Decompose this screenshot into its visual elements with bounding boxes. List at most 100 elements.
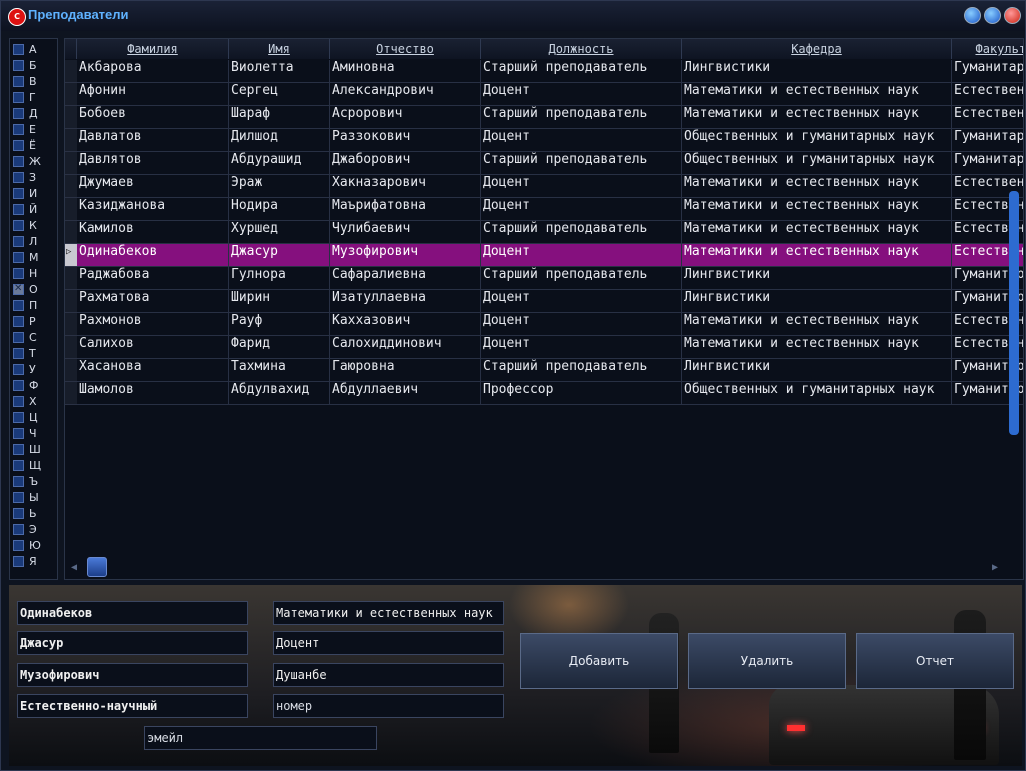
column-header[interactable]: Кафедра: [682, 39, 952, 59]
alphabet-item[interactable]: А: [13, 42, 55, 58]
column-header[interactable]: Должность: [481, 39, 682, 59]
table-row[interactable]: Афонин Сергец Александрович Доцент Математик…: [65, 83, 1023, 106]
letter-checkbox[interactable]: [13, 204, 24, 215]
table-cell[interactable]: Лингвистики: [682, 267, 952, 290]
alphabet-item[interactable]: Ъ: [13, 474, 55, 490]
letter-checkbox[interactable]: [13, 428, 24, 439]
table-row[interactable]: Бобоев Шараф Асрорович Старший преподавател…: [65, 106, 1023, 129]
letter-checkbox[interactable]: [13, 92, 24, 103]
table-cell[interactable]: Салохиддинович: [330, 336, 481, 359]
alphabet-item[interactable]: Я: [13, 554, 55, 570]
table-row[interactable]: Раджабова Гулнора Сафаралиевна Старший преп…: [65, 267, 1023, 290]
phone-field[interactable]: номер: [273, 694, 504, 718]
table-cell[interactable]: Гуманитарный: [952, 60, 1023, 83]
table-cell[interactable]: Старший преподаватель: [481, 221, 682, 244]
table-cell[interactable]: Старший преподаватель: [481, 359, 682, 382]
letter-checkbox[interactable]: [13, 476, 24, 487]
table-row[interactable]: Хасанова Тахмина Гаюровна Старший преподава…: [65, 359, 1023, 382]
alphabet-item[interactable]: Ч: [13, 426, 55, 442]
table-cell[interactable]: Общественных и гуманитарных наук: [682, 152, 952, 175]
minimize-button[interactable]: [964, 7, 981, 24]
letter-checkbox[interactable]: [13, 492, 24, 503]
report-button[interactable]: Отчет: [856, 633, 1014, 689]
table-cell[interactable]: Маърифатовна: [330, 198, 481, 221]
alphabet-item[interactable]: Ф: [13, 378, 55, 394]
alphabet-item[interactable]: Ы: [13, 490, 55, 506]
table-cell[interactable]: Рахмонов: [77, 313, 229, 336]
letter-checkbox[interactable]: [13, 380, 24, 391]
close-button[interactable]: [1004, 7, 1021, 24]
letter-checkbox[interactable]: [13, 172, 24, 183]
table-cell[interactable]: Сергец: [229, 83, 330, 106]
alphabet-item[interactable]: З: [13, 170, 55, 186]
table-cell[interactable]: Асрорович: [330, 106, 481, 129]
row-header[interactable]: [65, 175, 77, 198]
alphabet-item[interactable]: Х: [13, 394, 55, 410]
table-cell[interactable]: Джасур: [229, 244, 330, 267]
letter-checkbox[interactable]: [13, 508, 24, 519]
table-cell[interactable]: Математики и естественных наук: [682, 221, 952, 244]
table-cell[interactable]: Раджабова: [77, 267, 229, 290]
alphabet-item[interactable]: С: [13, 330, 55, 346]
letter-checkbox[interactable]: [13, 300, 24, 311]
table-cell[interactable]: Хуршед: [229, 221, 330, 244]
table-row[interactable]: Камилов Хуршед Чулибаевич Старший преподава…: [65, 221, 1023, 244]
table-row[interactable]: Давлятов Абдурашид Джаборович Старший препо…: [65, 152, 1023, 175]
table-cell[interactable]: Музофирович: [330, 244, 481, 267]
table-cell[interactable]: Каххазович: [330, 313, 481, 336]
table-cell[interactable]: Математики и естественных наук: [682, 198, 952, 221]
row-header[interactable]: [65, 244, 77, 267]
table-row[interactable]: ОдинабековДжасурМузофировичДоцентМатемат…: [65, 244, 1023, 267]
table-row[interactable]: Рахмонов Рауф Каххазович Доцент Математики и…: [65, 313, 1023, 336]
table-cell[interactable]: Чулибаевич: [330, 221, 481, 244]
row-header[interactable]: [65, 221, 77, 244]
table-cell[interactable]: Старший преподаватель: [481, 60, 682, 83]
alphabet-item[interactable]: П: [13, 298, 55, 314]
table-cell[interactable]: Гулнора: [229, 267, 330, 290]
table-row[interactable]: Рахматова Ширин Изатуллаевна Доцент Лингвист…: [65, 290, 1023, 313]
letter-checkbox[interactable]: [13, 236, 24, 247]
table-cell[interactable]: Доцент: [481, 336, 682, 359]
table-cell[interactable]: Лингвистики: [682, 290, 952, 313]
table-cell[interactable]: Доцент: [481, 290, 682, 313]
table-cell[interactable]: Естественно-научный: [952, 106, 1023, 129]
table-cell[interactable]: Гуманитарный: [952, 152, 1023, 175]
table-cell[interactable]: Афонин: [77, 83, 229, 106]
table-cell[interactable]: Старший преподаватель: [481, 106, 682, 129]
letter-checkbox[interactable]: [13, 460, 24, 471]
letter-checkbox[interactable]: [13, 524, 24, 535]
letter-checkbox[interactable]: [13, 396, 24, 407]
table-cell[interactable]: Гуманитарный: [952, 129, 1023, 152]
alphabet-item[interactable]: Т: [13, 346, 55, 362]
alphabet-item[interactable]: Л: [13, 234, 55, 250]
letter-checkbox[interactable]: [13, 444, 24, 455]
table-cell[interactable]: Абдуллаевич: [330, 382, 481, 405]
table-cell[interactable]: Бобоев: [77, 106, 229, 129]
table-cell[interactable]: Математики и естественных наук: [682, 336, 952, 359]
table-cell[interactable]: Доцент: [481, 244, 682, 267]
table-cell[interactable]: Доцент: [481, 129, 682, 152]
alphabet-item[interactable]: Ж: [13, 154, 55, 170]
column-header[interactable]: Факультет: [952, 39, 1023, 59]
table-cell[interactable]: Лингвистики: [682, 60, 952, 83]
table-row[interactable]: Давлатов Дилшод Раззокович Доцент Общественн…: [65, 129, 1023, 152]
column-header[interactable]: Фамилия: [77, 39, 229, 59]
alphabet-item[interactable]: И: [13, 186, 55, 202]
vertical-scrollbar-thumb[interactable]: [1009, 191, 1019, 435]
table-cell[interactable]: Общественных и гуманитарных наук: [682, 129, 952, 152]
alphabet-item[interactable]: О: [13, 282, 55, 298]
faculty-field[interactable]: Естественно-научный: [17, 694, 248, 718]
row-header[interactable]: [65, 129, 77, 152]
table-cell[interactable]: Рахматова: [77, 290, 229, 313]
table-cell[interactable]: Одинабеков: [77, 244, 229, 267]
table-row[interactable]: Шамолов Абдулвахид Абдуллаевич Профессор Общ…: [65, 382, 1023, 405]
scroll-left-arrow-icon[interactable]: ◀: [71, 562, 77, 573]
table-cell[interactable]: Дилшод: [229, 129, 330, 152]
row-header[interactable]: [65, 382, 77, 405]
horizontal-scrollbar-thumb[interactable]: [87, 557, 107, 577]
title-bar[interactable]: C Преподаватели: [1, 1, 1025, 31]
table-cell[interactable]: Доцент: [481, 83, 682, 106]
alphabet-item[interactable]: Д: [13, 106, 55, 122]
row-header[interactable]: [65, 198, 77, 221]
alphabet-item[interactable]: Е: [13, 122, 55, 138]
